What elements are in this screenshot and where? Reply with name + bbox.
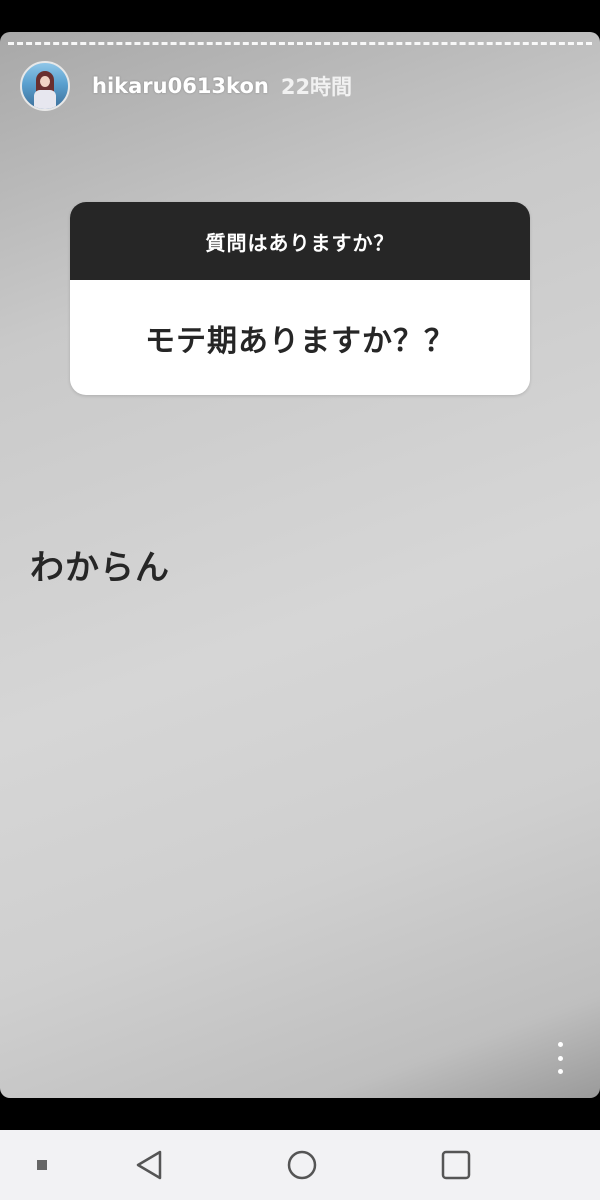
answer-text: わからん bbox=[30, 548, 170, 588]
more-vertical-icon[interactable] bbox=[552, 1042, 568, 1074]
story-view[interactable]: hikaru0613kon 22時間 質問はありますか？ モテ期ありますか？？ … bbox=[0, 32, 600, 1098]
profile-avatar[interactable] bbox=[20, 61, 70, 111]
question-sticker-header: 質問はありますか？ bbox=[70, 202, 530, 280]
circle-home-icon[interactable] bbox=[286, 1149, 318, 1181]
square-small-icon[interactable] bbox=[36, 1159, 48, 1171]
question-sticker-text: モテ期ありますか？？ bbox=[145, 323, 455, 359]
story-progress-bar bbox=[8, 42, 592, 48]
more-dot bbox=[557, 1055, 563, 1061]
avatar-body bbox=[34, 90, 56, 109]
android-navigation-bar bbox=[0, 1130, 600, 1200]
square-recents-icon[interactable] bbox=[441, 1150, 471, 1180]
more-dot bbox=[557, 1042, 563, 1047]
story-header: hikaru0613kon 22時間 bbox=[20, 58, 352, 114]
avatar-face bbox=[40, 76, 50, 87]
post-time: 22時間 bbox=[280, 75, 353, 99]
question-sticker: 質問はありますか？ モテ期ありますか？？ bbox=[70, 202, 530, 395]
phone-screen: hikaru0613kon 22時間 質問はありますか？ モテ期ありますか？？ … bbox=[0, 0, 600, 1200]
triangle-back-icon[interactable] bbox=[134, 1149, 164, 1181]
username[interactable]: hikaru0613kon bbox=[92, 74, 269, 98]
more-dot bbox=[557, 1069, 563, 1074]
